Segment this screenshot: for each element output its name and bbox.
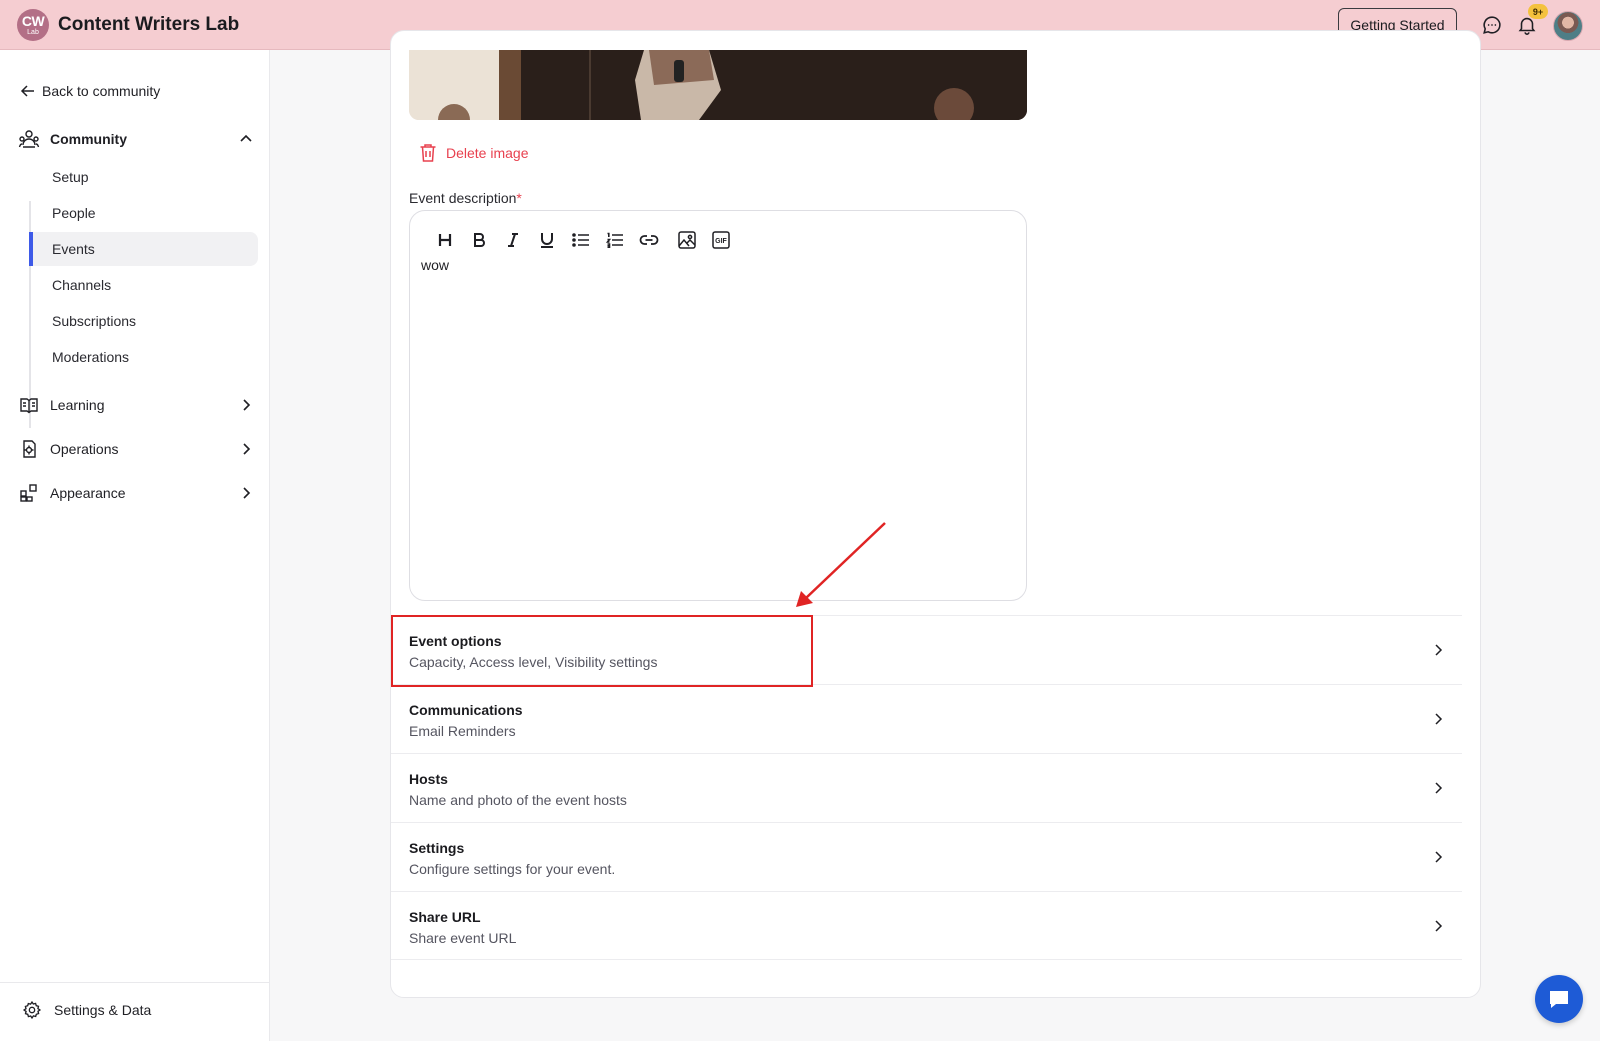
sidebar-item-setup[interactable]: Setup [29,160,258,194]
option-subtitle: Email Reminders [409,723,516,739]
svg-text:GIF: GIF [715,238,727,245]
event-description-label: Event description* [409,190,522,206]
heading-icon[interactable] [428,227,462,253]
delete-image-label: Delete image [446,145,529,161]
option-title: Communications [409,702,523,718]
event-description-editor[interactable]: GIF wow [409,210,1027,601]
option-row-share-url[interactable]: Share URL Share event URL [391,891,1462,960]
sidebar-item-events[interactable]: Events [29,232,258,266]
chevron-right-icon [1435,920,1443,932]
sidebar-item-channels[interactable]: Channels [29,268,258,302]
gear-icon [22,1000,42,1020]
nav-community[interactable]: Community [18,123,254,155]
nav-appearance[interactable]: Appearance [18,477,254,509]
numbered-list-icon[interactable] [598,227,632,253]
settings-and-data-label: Settings & Data [54,1002,152,1018]
bold-icon[interactable] [462,227,496,253]
widgets-icon [18,482,40,504]
underline-icon[interactable] [530,227,564,253]
editor-content[interactable]: wow [421,257,449,273]
option-row-communications[interactable]: Communications Email Reminders [391,684,1462,753]
notification-badge: 9+ [1528,4,1548,19]
chevron-right-icon [243,399,251,411]
option-subtitle: Share event URL [409,930,517,946]
nav-learning[interactable]: Learning [18,389,254,421]
bullet-list-icon[interactable] [564,227,598,253]
chat-bubble-icon [1550,991,1568,1008]
operations-icon [18,438,40,460]
nav-operations-label: Operations [50,441,119,457]
book-icon [18,394,40,416]
sidebar-item-moderations[interactable]: Moderations [29,340,258,374]
option-title: Share URL [409,909,481,925]
editor-toolbar: GIF [428,227,738,253]
chevron-right-icon [243,487,251,499]
sidebar: Back to community Community Setup People… [0,50,270,1041]
back-to-community-link[interactable]: Back to community [20,83,160,99]
option-row-settings[interactable]: Settings Configure settings for your eve… [391,822,1462,891]
sidebar-item-people[interactable]: People [29,196,258,230]
support-chat-button[interactable] [1535,975,1583,1023]
back-link-label: Back to community [42,83,161,99]
chevron-right-icon [1435,782,1443,794]
italic-icon[interactable] [496,227,530,253]
community-icon [18,128,40,150]
app-title: Content Writers Lab [58,14,240,35]
required-mark: * [516,190,522,206]
chevron-right-icon [1435,851,1443,863]
chevron-up-icon [240,134,252,142]
arrow-left-icon [20,85,34,97]
option-subtitle: Configure settings for your event. [409,861,616,877]
option-title: Hosts [409,771,448,787]
sidebar-footer: Settings & Data [0,982,270,1041]
link-icon[interactable] [632,227,666,253]
delete-image-button[interactable]: Delete image [419,143,529,163]
event-description-label-text: Event description [409,190,517,206]
chat-icon[interactable] [1481,14,1503,36]
trash-icon [420,144,436,162]
gif-icon[interactable]: GIF [704,227,738,253]
nav-learning-label: Learning [50,397,105,413]
chevron-right-icon [1435,713,1443,725]
settings-and-data-link[interactable]: Settings & Data [22,1000,151,1020]
option-subtitle: Name and photo of the event hosts [409,792,627,808]
sidebar-item-subscriptions[interactable]: Subscriptions [29,304,258,338]
nav-community-label: Community [50,131,127,147]
annotation-highlight-box [391,615,813,687]
chevron-right-icon [1435,644,1443,656]
chevron-right-icon [243,443,251,455]
event-cover-image [409,50,1027,120]
image-icon[interactable] [670,227,704,253]
option-title: Settings [409,840,465,856]
option-row-hosts[interactable]: Hosts Name and photo of the event hosts [391,753,1462,822]
user-avatar[interactable] [1553,11,1583,41]
community-logo[interactable]: CW Lab [17,9,49,41]
nav-operations[interactable]: Operations [18,433,254,465]
logo-subtext: Lab [27,29,39,36]
logo-text: CW [21,13,45,29]
nav-appearance-label: Appearance [50,485,126,501]
